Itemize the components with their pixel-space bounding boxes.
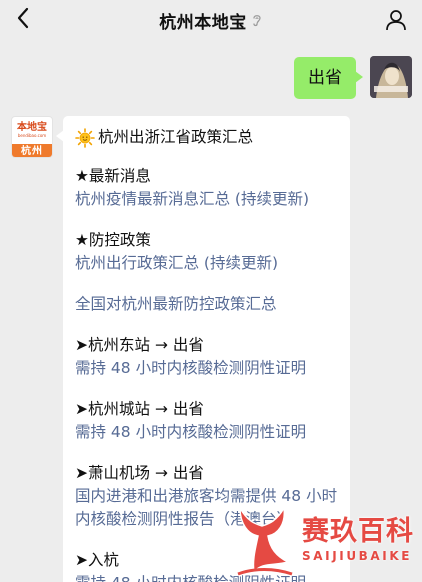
chat-info-button[interactable] — [384, 8, 408, 32]
outgoing-message-bubble[interactable]: 出省 — [294, 57, 363, 99]
policy-heading: 杭州出浙江省政策汇总 — [75, 126, 338, 149]
bendibao-avatar[interactable]: 本地宝 bendibao.com 杭州 — [11, 116, 53, 158]
section-label: ➤杭州城站 → 出省 — [75, 400, 204, 418]
section-link[interactable]: 需持 48 小时内核酸检测阴性证明 — [75, 421, 338, 444]
bendibao-logo: 本地宝 — [17, 122, 47, 133]
section-hangzhou-city-station: ➤杭州城站 → 出省 需持 48 小时内核酸检测阴性证明 — [75, 398, 338, 444]
section-latest-news: ★最新消息 杭州疫情最新消息汇总 (持续更新) — [75, 165, 338, 211]
outgoing-message-text: 出省 — [308, 68, 342, 88]
section-xiaoshan-airport: ➤萧山机场 → 出省 国内进港和出港旅客均需提供 48 小时内核酸检测阴性报告（… — [75, 462, 338, 531]
back-button[interactable] — [10, 6, 36, 34]
section-link[interactable]: 杭州出行政策汇总 (持续更新) — [75, 252, 338, 275]
section-link[interactable]: 全国对杭州最新防控政策汇总 — [75, 293, 338, 316]
mute-ear-icon — [251, 13, 263, 27]
section-label: ★最新消息 — [75, 167, 151, 185]
chevron-left-icon — [16, 7, 30, 33]
section-national-policy: 全国对杭州最新防控政策汇总 — [75, 293, 338, 316]
section-hangzhou-east-station: ➤杭州东站 → 出省 需持 48 小时内核酸检测阴性证明 — [75, 334, 338, 380]
section-link[interactable]: 杭州疫情最新消息汇总 (持续更新) — [75, 188, 338, 211]
section-prevention-policy: ★防控政策 杭州出行政策汇总 (持续更新) — [75, 229, 338, 275]
bendibao-logo-area: 本地宝 bendibao.com — [12, 117, 52, 144]
bendibao-city: 杭州 — [12, 144, 52, 157]
incoming-message-bubble: 杭州出浙江省政策汇总 ★最新消息 杭州疫情最新消息汇总 (持续更新) ★防控政策… — [63, 116, 350, 582]
section-label: ➤入杭 — [75, 551, 119, 569]
person-icon — [384, 8, 408, 32]
section-link[interactable]: 需持 48 小时内核酸检测阴性证明 — [75, 572, 338, 582]
section-label: ★防控政策 — [75, 231, 151, 249]
top-bar: 杭州本地宝 — [0, 0, 422, 40]
section-link[interactable]: 国内进港和出港旅客均需提供 48 小时内核酸检测阴性报告（港澳台） — [75, 485, 338, 531]
chat-title: 杭州本地宝 — [159, 12, 247, 33]
outgoing-message-row: 出省 — [294, 56, 412, 99]
bendibao-url: bendibao.com — [17, 133, 47, 138]
sun-icon — [75, 127, 95, 148]
section-label: ➤萧山机场 → 出省 — [75, 464, 204, 482]
section-label: ➤杭州东站 → 出省 — [75, 336, 204, 354]
chat-title-wrap: 杭州本地宝 — [159, 8, 263, 33]
section-enter-hangzhou: ➤入杭 需持 48 小时内核酸检测阴性证明 — [75, 549, 338, 582]
section-link[interactable]: 需持 48 小时内核酸检测阴性证明 — [75, 357, 338, 380]
policy-heading-text: 杭州出浙江省政策汇总 — [98, 128, 254, 146]
user-avatar[interactable] — [370, 56, 412, 98]
